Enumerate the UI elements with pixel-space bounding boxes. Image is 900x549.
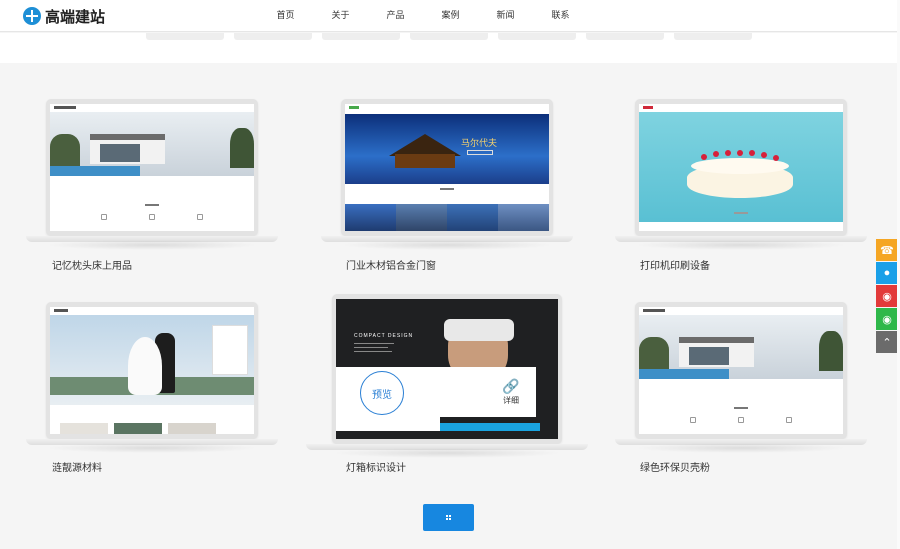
category-tab[interactable]	[674, 33, 752, 40]
case-card-thumbnail[interactable]	[635, 302, 847, 439]
main-nav: 首页 关于 产品 案例 新闻 联系	[258, 0, 588, 32]
logo-icon	[23, 7, 41, 25]
category-tab[interactable]	[586, 33, 664, 40]
nav-item-news[interactable]: 新闻	[478, 0, 533, 32]
category-tab[interactable]	[410, 33, 488, 40]
resort-banner-text: 马尔代夫	[461, 139, 498, 149]
vr-banner-title: COMPACT DESIGN	[354, 333, 414, 339]
card-shadow	[46, 240, 258, 250]
preview-label: 预览	[372, 389, 392, 401]
case-title[interactable]: 绿色环保贝壳粉	[640, 459, 710, 474]
back-to-top-icon[interactable]: ⌃	[876, 331, 898, 353]
category-tab-strip	[0, 33, 900, 63]
case-card-thumbnail[interactable]	[46, 99, 258, 236]
website-preview-screen	[639, 307, 843, 434]
category-tab[interactable]	[146, 33, 224, 40]
website-preview-screen: 马尔代夫	[345, 104, 549, 231]
case-card-thumbnail[interactable]: 马尔代夫	[341, 99, 553, 236]
card-shadow	[341, 240, 553, 250]
case-card-thumbnail[interactable]	[635, 99, 847, 236]
detail-label: 详细	[503, 396, 519, 405]
preview-button[interactable]: 预览	[360, 371, 404, 415]
category-tab[interactable]	[234, 33, 312, 40]
card-shadow	[332, 448, 562, 458]
logo-text: 高端建站	[45, 8, 106, 26]
site-logo[interactable]: 高端建站	[23, 6, 105, 26]
case-title[interactable]: 记忆枕头床上用品	[52, 257, 132, 272]
phone-icon[interactable]: ☎	[876, 239, 898, 261]
website-preview-screen	[639, 104, 843, 231]
case-title[interactable]: 涟靓源材料	[52, 459, 102, 474]
nav-item-products[interactable]: 产品	[368, 0, 423, 32]
qq-icon[interactable]: ●	[876, 262, 898, 284]
case-card-thumbnail[interactable]	[46, 302, 258, 439]
case-title[interactable]: 灯箱标识设计	[346, 459, 406, 474]
case-card-thumbnail-hovered[interactable]: COMPACT DESIGN 预览 🔗 详细	[332, 294, 562, 444]
detail-link[interactable]: 🔗 详细	[496, 379, 526, 406]
category-tab[interactable]	[322, 33, 400, 40]
card-shadow	[46, 443, 258, 453]
nav-item-contact[interactable]: 联系	[533, 0, 588, 32]
link-icon: 🔗	[502, 378, 520, 394]
weibo-icon[interactable]: ◉	[876, 285, 898, 307]
website-preview-screen	[50, 307, 254, 434]
case-title[interactable]: 打印机印刷设备	[640, 257, 710, 272]
card-shadow	[635, 240, 847, 250]
nav-item-about[interactable]: 关于	[313, 0, 368, 32]
wechat-icon[interactable]: ◉	[876, 308, 898, 330]
grid-dots-icon	[446, 515, 451, 520]
nav-item-home[interactable]: 首页	[258, 0, 313, 32]
card-shadow	[635, 443, 847, 453]
case-title[interactable]: 门业木材铝合金门窗	[346, 257, 436, 272]
floating-contact-bar: ☎ ● ◉ ◉ ⌃	[876, 239, 898, 354]
category-tab[interactable]	[498, 33, 576, 40]
website-preview-screen: COMPACT DESIGN 预览 🔗 详细	[336, 299, 558, 439]
load-more-button[interactable]	[423, 504, 474, 531]
website-preview-screen	[50, 104, 254, 231]
site-header: 高端建站 首页 关于 产品 案例 新闻 联系	[0, 0, 900, 32]
nav-item-cases[interactable]: 案例	[423, 0, 478, 32]
